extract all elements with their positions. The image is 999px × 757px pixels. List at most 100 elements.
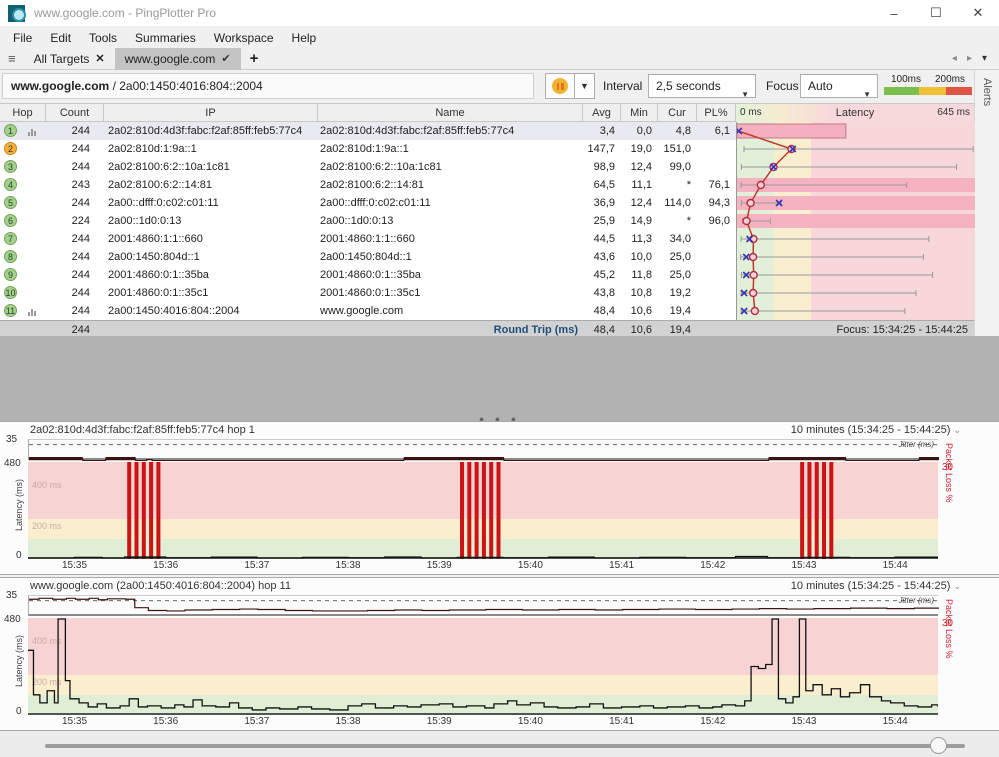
name-cell: 2a02:810d:4d3f:fabc:f2af:85ff:feb5:77c4	[320, 122, 580, 140]
timeline-graph-hop11[interactable]: www.google.com (2a00:1450:4016:804::2004…	[0, 577, 999, 731]
y-axis-title: Latency (ms)	[14, 470, 24, 540]
pause-dropdown-button[interactable]: ▼	[575, 73, 595, 99]
jitter-axis-label: Jitter (ms)	[898, 596, 934, 605]
tab-scroll-right-icon[interactable]: ▸	[967, 53, 972, 64]
bar-chart-icon[interactable]	[28, 127, 39, 136]
col-header-avg[interactable]: Avg	[583, 104, 621, 123]
packet-loss-axis-title: Packet Loss %	[944, 599, 954, 679]
name-cell: 2a00::dfff:0:c02:c01:11	[320, 194, 580, 212]
name-cell: 2001:4860:0:1::35ba	[320, 266, 580, 284]
close-tab-icon[interactable]: ✕	[95, 52, 104, 65]
x-tick-label: 15:36	[153, 716, 178, 727]
hamburger-icon[interactable]: ≡	[0, 51, 24, 66]
col-header-ip[interactable]: IP	[104, 104, 318, 123]
target-summary: www.google.com / 2a00:1450:4016:804::200…	[2, 73, 534, 99]
menu-item-summaries[interactable]: Summaries	[126, 29, 205, 47]
pl-cell: 6,1	[697, 122, 730, 140]
jitter-strip: Jitter (ms)	[28, 439, 938, 460]
ip-cell: 2a02:8100:6:2::14:81	[108, 176, 316, 194]
tab-scroll-left-icon[interactable]: ◂	[952, 53, 957, 64]
menu-item-workspace[interactable]: Workspace	[205, 29, 283, 47]
col-header-count[interactable]: Count	[46, 104, 104, 123]
scrollbar-thumb[interactable]	[930, 737, 947, 754]
count-cell: 244	[46, 230, 90, 248]
count-cell: 244	[46, 284, 90, 302]
graph-splitter-area[interactable]: ● ● ●	[0, 336, 999, 421]
cur-cell: 25,0	[658, 266, 691, 284]
jitter-strip: Jitter (ms)	[28, 595, 938, 616]
close-button[interactable]: ✕	[957, 0, 999, 27]
y-axis-max-label: 480	[4, 614, 21, 625]
pl-cell	[697, 248, 730, 266]
hop-badge: 6	[4, 214, 17, 227]
hop-badge: 2	[4, 142, 17, 155]
table-row[interactable]: 82442a00:1450:804d::12a00:1450:804d::143…	[0, 248, 736, 266]
menu-item-tools[interactable]: Tools	[80, 29, 126, 47]
col-header-name[interactable]: Name	[318, 104, 583, 123]
x-tick-label: 15:39	[427, 560, 452, 571]
tab-list-dropdown-icon[interactable]: ▾	[982, 53, 987, 64]
jitter-axis-label: Jitter (ms)	[898, 440, 934, 449]
target-ip: / 2a00:1450:4016:804::2004	[109, 79, 262, 93]
tab-all-targets[interactable]: All Targets ✕	[24, 48, 115, 70]
tab-bar: ≡ All Targets ✕ www.google.com ✔ + ◂ ▸ ▾	[0, 48, 999, 70]
table-row[interactable]: 32442a02:8100:6:2::10a:1c812a02:8100:6:2…	[0, 158, 736, 176]
x-tick-label: 15:35	[62, 716, 87, 727]
avg-cell: 48,4	[583, 302, 615, 320]
maximize-button[interactable]: ☐	[915, 0, 957, 27]
graph-time-range[interactable]: 10 minutes (15:34:25 - 15:44:25) ⌄	[791, 424, 961, 436]
timeline-graph-hop1[interactable]: 2a02:810d:4d3f:fabc:f2af:85ff:feb5:77c4 …	[0, 421, 999, 575]
table-row[interactable]: 12442a02:810d:4d3f:fabc:f2af:85ff:feb5:7…	[0, 122, 736, 140]
col-header-min[interactable]: Min	[621, 104, 658, 123]
x-tick-label: 15:43	[791, 716, 816, 727]
count-cell: 244	[46, 140, 90, 158]
menu-item-file[interactable]: File	[4, 29, 41, 47]
table-row[interactable]: 52442a00::dfff:0:c02:c01:112a00::dfff:0:…	[0, 194, 736, 212]
table-row[interactable]: 102442001:4860:0:1::35c12001:4860:0:1::3…	[0, 284, 736, 302]
focus-select[interactable]: Auto▼	[800, 74, 878, 98]
hop-badge: 10	[4, 286, 17, 299]
latency-plot[interactable]: 400 ms200 ms	[28, 618, 938, 715]
hop-badge: 8	[4, 250, 17, 263]
graph-time-range[interactable]: 10 minutes (15:34:25 - 15:44:25) ⌄	[791, 580, 961, 592]
cur-cell: 4,8	[658, 122, 691, 140]
avg-cell: 147,7	[583, 140, 615, 158]
col-header-latency[interactable]: 0 ms Latency 645 ms	[736, 104, 974, 123]
interval-select[interactable]: 2,5 seconds▼	[648, 74, 756, 98]
minimize-button[interactable]: –	[873, 0, 915, 27]
packet-loss-axis-title: Packet Loss %	[944, 443, 954, 523]
col-header-pl[interactable]: PL%	[697, 104, 736, 123]
new-tab-button[interactable]: +	[241, 50, 268, 67]
trace-table-header: Hop Count IP Name Avg Min Cur PL% 0 ms L…	[0, 103, 974, 122]
table-row[interactable]: 62242a00::1d0:0:132a00::1d0:0:1325,914,9…	[0, 212, 736, 230]
table-row[interactable]: 72442001:4860:1:1::6602001:4860:1:1::660…	[0, 230, 736, 248]
min-cell: 11,1	[621, 176, 652, 194]
jitter-max-label: 35	[6, 434, 17, 445]
scrollbar-track[interactable]	[45, 744, 965, 748]
menu-item-edit[interactable]: Edit	[41, 29, 80, 47]
y-axis-max-label: 480	[4, 458, 21, 469]
pause-button[interactable]	[545, 73, 575, 99]
cur-cell: *	[658, 176, 691, 194]
tab-active-target[interactable]: www.google.com ✔	[115, 48, 241, 70]
latency-plot[interactable]: 400 ms200 ms	[28, 462, 938, 559]
pl-cell	[697, 284, 730, 302]
min-cell: 0,0	[621, 122, 652, 140]
table-row[interactable]: 92442001:4860:0:1::35ba2001:4860:0:1::35…	[0, 266, 736, 284]
hop-badge: 3	[4, 160, 17, 173]
x-tick-label: 15:36	[153, 560, 178, 571]
col-header-hop[interactable]: Hop	[0, 104, 46, 123]
table-row[interactable]: 22442a02:810d:1:9a::12a02:810d:1:9a::114…	[0, 140, 736, 158]
bar-chart-icon[interactable]	[28, 307, 39, 316]
pl-cell: 76,1	[697, 176, 730, 194]
table-row[interactable]: 42432a02:8100:6:2::14:812a02:8100:6:2::1…	[0, 176, 736, 194]
table-row[interactable]: 112442a00:1450:4016:804::2004www.google.…	[0, 302, 736, 320]
y-axis-min-label: 0	[16, 706, 22, 717]
title-bar: www.google.com - PingPlotter Pro – ☐ ✕	[0, 0, 999, 27]
menu-item-help[interactable]: Help	[283, 29, 326, 47]
x-tick-label: 15:38	[336, 560, 361, 571]
latency-trace-svg	[28, 462, 938, 559]
min-cell: 14,9	[621, 212, 652, 230]
col-header-cur[interactable]: Cur	[658, 104, 697, 123]
pingplotter-window: www.google.com - PingPlotter Pro – ☐ ✕ F…	[0, 0, 999, 757]
